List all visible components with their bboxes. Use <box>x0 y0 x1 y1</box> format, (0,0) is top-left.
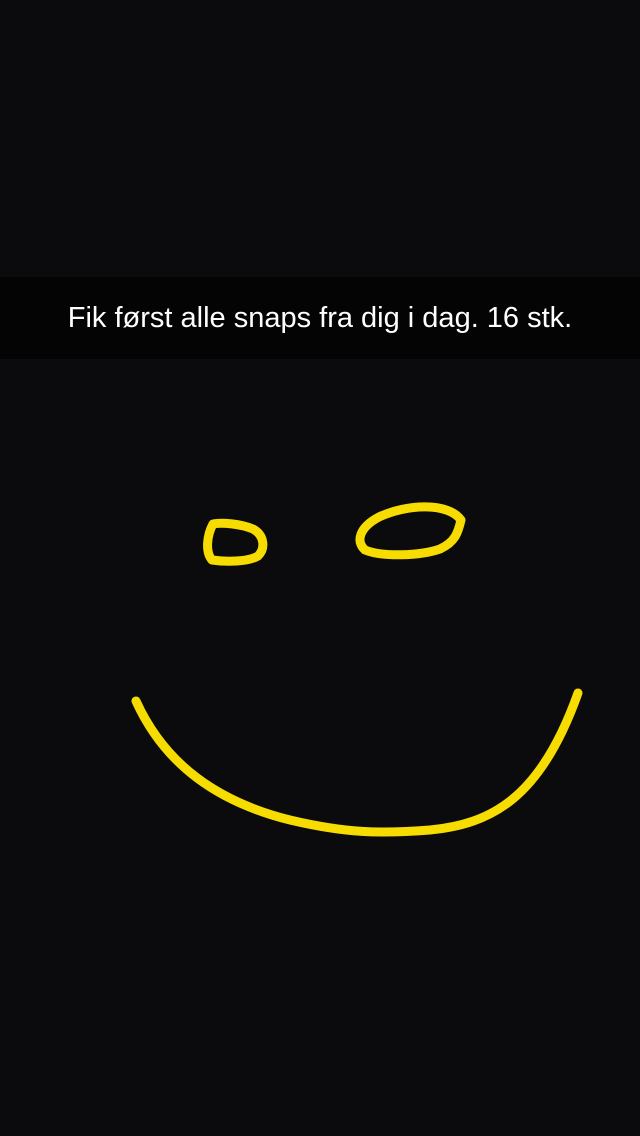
right-eye-stroke <box>355 502 466 560</box>
caption-text: Fik først alle snaps fra dig i dag. 16 s… <box>67 301 573 334</box>
caption-bar: Fik først alle snaps fra dig i dag. 16 s… <box>0 277 640 359</box>
smiley-drawing <box>131 502 583 837</box>
mouth-stroke <box>131 688 583 837</box>
left-eye-stroke <box>203 518 268 566</box>
snap-view[interactable]: Fik først alle snaps fra dig i dag. 16 s… <box>0 0 640 1136</box>
